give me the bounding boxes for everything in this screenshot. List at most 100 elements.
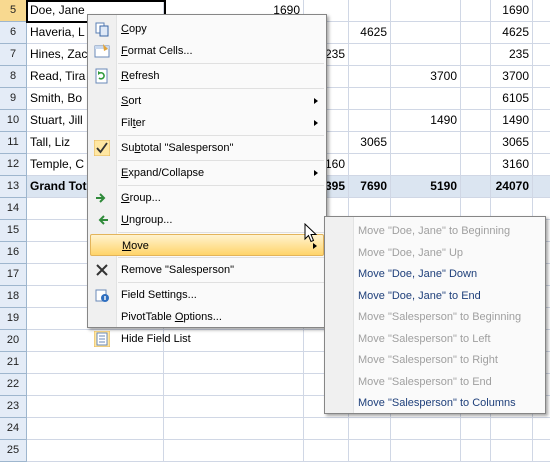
value-cell[interactable] — [349, 154, 391, 175]
row-header[interactable]: 21 — [0, 352, 27, 374]
menu-item-subtotal[interactable]: Subtotal "Salesperson" — [90, 137, 324, 159]
salesperson-cell[interactable] — [27, 374, 164, 395]
row-header[interactable]: 5 — [0, 0, 27, 22]
value-cell[interactable] — [391, 418, 461, 439]
row-header[interactable]: 17 — [0, 264, 27, 286]
menu-item-sort[interactable]: Sort — [90, 90, 324, 112]
value-cell[interactable] — [164, 418, 304, 439]
menu-item-pivottable-options[interactable]: PivotTable Options... — [90, 306, 324, 328]
value-cell[interactable] — [349, 440, 391, 461]
value-cell[interactable] — [461, 22, 491, 43]
value-cell[interactable] — [533, 154, 550, 175]
value-cell[interactable] — [391, 132, 461, 153]
value-cell[interactable] — [349, 44, 391, 65]
row-header[interactable]: 24 — [0, 418, 27, 440]
total-cell[interactable]: 235 — [491, 44, 533, 65]
value-cell[interactable] — [164, 440, 304, 461]
value-cell[interactable] — [164, 374, 304, 395]
value-cell[interactable] — [533, 44, 550, 65]
value-cell[interactable] — [349, 110, 391, 131]
value-cell[interactable] — [391, 22, 461, 43]
value-cell[interactable] — [349, 88, 391, 109]
value-cell[interactable] — [391, 440, 461, 461]
row-header[interactable]: 25 — [0, 440, 27, 462]
total-cell[interactable]: 3160 — [491, 154, 533, 175]
value-cell[interactable] — [461, 440, 491, 461]
total-cell[interactable] — [491, 418, 533, 439]
value-cell[interactable]: 1490 — [391, 110, 461, 131]
sheet-row[interactable]: 24 — [0, 418, 550, 440]
value-cell[interactable] — [391, 154, 461, 175]
menu-item-ungroup[interactable]: Ungroup... — [90, 209, 324, 231]
row-header[interactable]: 22 — [0, 374, 27, 396]
value-cell[interactable] — [461, 0, 491, 21]
value-cell[interactable] — [461, 418, 491, 439]
value-cell[interactable] — [533, 88, 550, 109]
total-cell[interactable]: 1490 — [491, 110, 533, 131]
menu-item-field-settings[interactable]: Field Settings... — [90, 284, 324, 306]
salesperson-cell[interactable] — [27, 396, 164, 417]
row-header[interactable]: 18 — [0, 286, 27, 308]
menu-item-hide-field-list[interactable]: Hide Field List — [90, 328, 324, 350]
value-cell[interactable] — [533, 440, 550, 461]
value-cell[interactable] — [349, 0, 391, 21]
menu-item-expand-collapse[interactable]: Expand/Collapse — [90, 162, 324, 184]
menu-item-refresh[interactable]: Refresh — [90, 65, 324, 87]
value-cell[interactable] — [533, 110, 550, 131]
total-cell[interactable]: 3065 — [491, 132, 533, 153]
submenu-item[interactable]: Move "Salesperson" to Columns — [327, 392, 543, 414]
row-header[interactable]: 12 — [0, 154, 27, 176]
salesperson-cell[interactable] — [27, 352, 164, 373]
value-cell[interactable] — [533, 66, 550, 87]
value-cell[interactable]: 3700 — [391, 66, 461, 87]
menu-item-format-cells[interactable]: Format Cells... — [90, 40, 324, 62]
value-cell[interactable] — [304, 418, 349, 439]
row-header[interactable]: 6 — [0, 22, 27, 44]
value-cell[interactable] — [349, 418, 391, 439]
salesperson-cell[interactable] — [27, 440, 164, 461]
value-cell[interactable]: 3065 — [349, 132, 391, 153]
value-cell[interactable] — [461, 110, 491, 131]
value-cell[interactable] — [461, 154, 491, 175]
salesperson-cell[interactable] — [27, 418, 164, 439]
menu-item-remove[interactable]: Remove "Salesperson" — [90, 259, 324, 281]
value-cell[interactable]: 4625 — [349, 22, 391, 43]
value-cell[interactable] — [461, 176, 491, 197]
value-cell[interactable]: 5190 — [391, 176, 461, 197]
submenu-item[interactable]: Move "Doe, Jane" to End — [327, 285, 543, 307]
menu-item-copy[interactable]: Copy — [90, 18, 324, 40]
value-cell[interactable] — [164, 352, 304, 373]
row-header[interactable]: 7 — [0, 44, 27, 66]
value-cell[interactable] — [391, 0, 461, 21]
row-header[interactable]: 16 — [0, 242, 27, 264]
row-header[interactable]: 8 — [0, 66, 27, 88]
value-cell[interactable] — [533, 0, 550, 21]
value-cell[interactable] — [349, 66, 391, 87]
value-cell[interactable] — [304, 440, 349, 461]
value-cell[interactable] — [461, 66, 491, 87]
sheet-row[interactable]: 25 — [0, 440, 550, 462]
row-header[interactable]: 13 — [0, 176, 27, 198]
value-cell[interactable] — [164, 396, 304, 417]
value-cell[interactable] — [391, 44, 461, 65]
row-header[interactable]: 20 — [0, 330, 27, 352]
value-cell[interactable] — [533, 132, 550, 153]
menu-item-group[interactable]: Group... — [90, 187, 324, 209]
total-cell[interactable]: 3700 — [491, 66, 533, 87]
value-cell[interactable] — [533, 176, 550, 197]
value-cell[interactable] — [391, 88, 461, 109]
row-header[interactable]: 19 — [0, 308, 27, 330]
row-header[interactable]: 9 — [0, 88, 27, 110]
row-header[interactable]: 10 — [0, 110, 27, 132]
total-cell[interactable]: 1690 — [491, 0, 533, 21]
row-header[interactable]: 11 — [0, 132, 27, 154]
total-cell[interactable]: 6105 — [491, 88, 533, 109]
value-cell[interactable] — [461, 44, 491, 65]
row-header[interactable]: 14 — [0, 198, 27, 220]
value-cell[interactable] — [533, 418, 550, 439]
row-header[interactable]: 15 — [0, 220, 27, 242]
value-cell[interactable] — [461, 132, 491, 153]
value-cell[interactable] — [461, 88, 491, 109]
menu-item-move[interactable]: Move — [90, 234, 324, 256]
row-header[interactable]: 23 — [0, 396, 27, 418]
